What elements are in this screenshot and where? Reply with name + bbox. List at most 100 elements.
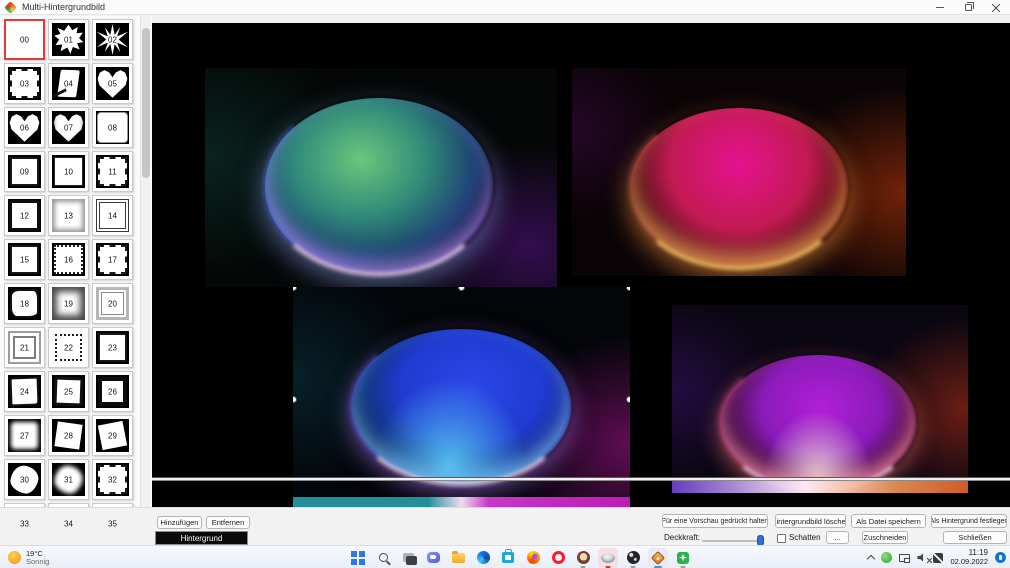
taskbar-app[interactable] — [523, 548, 543, 568]
mask-thumbnail[interactable]: 30 — [4, 459, 45, 500]
mask-thumbnail[interactable]: 19 — [48, 283, 89, 324]
close-button[interactable] — [982, 0, 1010, 15]
mask-thumbnail[interactable]: 20 — [92, 283, 133, 324]
mask-number: 18 — [20, 299, 29, 308]
mask-thumbnail[interactable]: 27 — [4, 415, 45, 456]
mask-thumbnail[interactable]: 00 — [4, 19, 45, 60]
mask-thumbnail[interactable]: 23 — [92, 327, 133, 368]
mask-thumbnail[interactable]: 12 — [4, 195, 45, 236]
restore-button[interactable] — [954, 0, 982, 15]
taskbar-app[interactable] — [623, 548, 643, 568]
mask-thumbnail[interactable]: 24 — [4, 371, 45, 412]
mask-thumbnail[interactable]: 01 — [48, 19, 89, 60]
mask-thumbnail[interactable]: 08 — [92, 107, 133, 148]
mask-thumbnail[interactable]: 14 — [92, 195, 133, 236]
taskbar-app[interactable] — [348, 548, 368, 568]
weather-widget[interactable]: 19°C Sonnig — [8, 546, 49, 568]
notification-badge-icon[interactable] — [995, 552, 1006, 563]
slider-track — [702, 540, 764, 542]
taskbar-app[interactable] — [573, 548, 593, 568]
app-icon — [502, 549, 514, 563]
mask-thumbnail[interactable]: 15 — [4, 239, 45, 280]
mask-thumbnail[interactable]: 13 — [48, 195, 89, 236]
mask-thumbnail[interactable]: 16 — [48, 239, 89, 280]
scrollbar-thumb[interactable] — [142, 28, 150, 178]
running-indicator — [431, 566, 436, 568]
background-button[interactable]: Hintergrund — [155, 531, 248, 545]
opacity-slider[interactable] — [702, 535, 764, 546]
taskbar-app[interactable] — [598, 547, 618, 568]
mask-number: 34 — [64, 519, 73, 528]
hold-preview-button[interactable]: Für eine Vorschau gedrückt halten — [662, 514, 768, 528]
mask-thumbnail[interactable]: 22 — [48, 327, 89, 368]
mask-preview: 22 — [52, 331, 85, 364]
preview-taskbar-line — [152, 477, 1010, 481]
taskbar-app[interactable] — [373, 548, 393, 568]
wallpaper-preview[interactable] — [572, 68, 906, 276]
mask-thumbnail[interactable]: 18 — [4, 283, 45, 324]
tray-icon[interactable] — [867, 553, 876, 564]
taskbar-app[interactable] — [448, 548, 468, 568]
more-options-button[interactable]: ... — [826, 531, 849, 544]
taskbar-app[interactable] — [498, 548, 518, 568]
resize-handle[interactable] — [457, 287, 465, 291]
clock[interactable]: 11:19 02.09.2022 — [950, 549, 988, 566]
add-button[interactable]: Hinzufügen — [157, 516, 202, 529]
mask-number: 09 — [20, 167, 29, 176]
taskbar-app[interactable] — [423, 548, 443, 568]
delete-wallpaper-button[interactable]: Hintergrundbild löschen — [775, 514, 846, 528]
save-as-file-button[interactable]: Als Datei speichern — [851, 514, 926, 528]
taskbar-app[interactable] — [673, 548, 693, 568]
resize-handle[interactable] — [293, 396, 297, 403]
mask-thumbnail[interactable]: 02 — [92, 19, 133, 60]
tray-icon[interactable] — [899, 553, 911, 563]
mask-thumbnail[interactable]: 05 — [92, 63, 133, 104]
app-icon — [476, 551, 490, 564]
wallpaper-preview[interactable] — [672, 305, 968, 493]
mask-thumbnail[interactable]: 29 — [92, 415, 133, 456]
mask-preview: 24 — [8, 375, 41, 408]
mask-thumbnail[interactable]: 07 — [48, 107, 89, 148]
close-app-button[interactable]: Schließen — [943, 531, 1007, 544]
mask-thumbnail[interactable]: 11 — [92, 151, 133, 192]
mask-thumbnail[interactable]: 26 — [92, 371, 133, 412]
mask-thumbnail[interactable]: 32 — [92, 459, 133, 500]
app-icon — [650, 550, 666, 565]
app-icon — [451, 550, 465, 563]
sidebar-scrollbar[interactable] — [140, 16, 150, 545]
taskbar-app[interactable] — [473, 548, 493, 568]
tray-icon[interactable] — [933, 552, 944, 563]
resize-handle[interactable] — [626, 396, 630, 403]
mask-thumbnail[interactable]: 25 — [48, 371, 89, 412]
mask-thumbnail[interactable]: 17 — [92, 239, 133, 280]
wallpaper-preview[interactable] — [205, 68, 557, 287]
tray-icon[interactable] — [881, 552, 893, 563]
app-icon — [402, 553, 417, 565]
taskbar-app[interactable] — [548, 548, 568, 568]
taskbar-app[interactable] — [398, 548, 418, 568]
shadow-checkbox[interactable] — [777, 534, 786, 543]
resize-handle[interactable] — [293, 287, 297, 291]
mask-thumbnail[interactable]: 21 — [4, 327, 45, 368]
mask-thumbnail[interactable]: 09 — [4, 151, 45, 192]
window-title: Multi-Hintergrundbild — [22, 2, 106, 12]
mask-preview: 27 — [8, 419, 41, 452]
resize-handle[interactable] — [626, 287, 630, 291]
tray-icon[interactable] — [917, 553, 933, 563]
remove-button[interactable]: Entfernen — [206, 516, 250, 529]
mask-thumbnail[interactable]: 28 — [48, 415, 89, 456]
minimize-button[interactable] — [926, 0, 954, 15]
mask-preview: 00 — [8, 23, 41, 56]
mask-thumbnail[interactable]: 06 — [4, 107, 45, 148]
crop-button[interactable]: Zuschneiden — [862, 531, 908, 544]
mask-thumbnail[interactable]: 04 — [48, 63, 89, 104]
mask-preview: 18 — [8, 287, 41, 320]
wallpaper-preview[interactable] — [293, 287, 630, 507]
mask-number: 26 — [108, 387, 117, 396]
set-as-wallpaper-button[interactable]: Als Hintergrund festlegen — [931, 514, 1007, 528]
mask-thumbnail[interactable]: 03 — [4, 63, 45, 104]
mask-number: 19 — [64, 299, 73, 308]
mask-thumbnail[interactable]: 31 — [48, 459, 89, 500]
taskbar-app[interactable] — [648, 547, 668, 568]
mask-thumbnail[interactable]: 10 — [48, 151, 89, 192]
